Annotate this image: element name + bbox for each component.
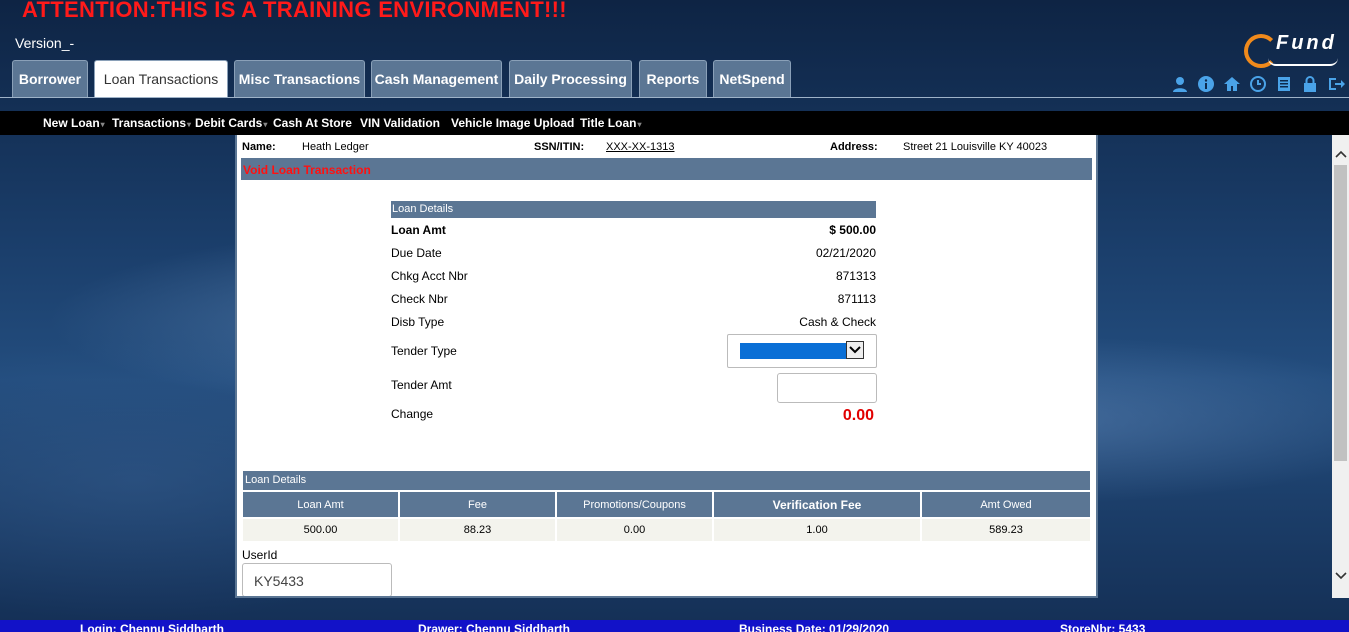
- change-label: Change: [391, 407, 434, 421]
- menu-label: New Loan: [43, 116, 100, 130]
- summary-col-loan-amt: Loan Amt: [243, 492, 398, 517]
- void-loan-panel: Name: Heath Ledger SSN/ITIN: XXX-XX-1313…: [235, 135, 1098, 598]
- menu-debit-cards[interactable]: Debit Cards▾: [195, 116, 267, 130]
- detail-row-disb-type: Disb Type Cash & Check: [391, 315, 876, 331]
- detail-row-loan-amt: Loan Amt $ 500.00: [391, 223, 876, 239]
- summary-cell-verification-fee: 1.00: [714, 519, 920, 541]
- tab-netspend[interactable]: NetSpend: [713, 60, 791, 97]
- menu-label: Debit Cards: [195, 116, 263, 130]
- version-label: Version_-: [15, 35, 75, 51]
- menu-vin-validation[interactable]: VIN Validation: [360, 116, 440, 130]
- name-label: Name:: [242, 141, 276, 153]
- clock-icon[interactable]: [1248, 74, 1268, 94]
- detail-value: $ 500.00: [829, 223, 876, 237]
- caret-down-icon: ▾: [263, 120, 268, 129]
- change-row: Change: [391, 407, 876, 423]
- detail-label: Loan Amt: [391, 223, 446, 237]
- menu-label: Vehicle Image Upload: [451, 116, 575, 130]
- caret-down-icon: ▾: [637, 120, 642, 129]
- summary-col-promotions: Promotions/Coupons: [557, 492, 712, 517]
- menu-label: Transactions: [112, 116, 187, 130]
- summary-col-amt-owed: Amt Owed: [922, 492, 1090, 517]
- qfund-logo: Fund: [1242, 30, 1342, 72]
- logout-icon[interactable]: [1326, 74, 1346, 94]
- summary-col-fee: Fee: [400, 492, 555, 517]
- menu-vehicle-image-upload[interactable]: Vehicle Image Upload: [451, 116, 574, 130]
- detail-row-due-date: Due Date 02/21/2020: [391, 246, 876, 262]
- tab-divider: [0, 97, 1349, 98]
- menu-cash-at-store[interactable]: Cash At Store: [273, 116, 352, 130]
- address-value: Street 21 Louisville KY 40023: [903, 141, 1048, 153]
- logo-swoosh: [1268, 58, 1338, 66]
- tender-amt-label: Tender Amt: [391, 378, 452, 392]
- top-icon-bar: [1170, 74, 1346, 94]
- page-title: Void Loan Transaction: [243, 163, 371, 177]
- sub-menu-bar: New Loan▾ Transactions▾ Debit Cards▾ Cas…: [0, 111, 1349, 135]
- menu-label: Cash At Store: [273, 116, 352, 130]
- caret-down-icon: ▾: [100, 120, 105, 129]
- summary-cell-amt-owed: 589.23: [922, 519, 1090, 541]
- tab-daily-processing[interactable]: Daily Processing: [509, 60, 632, 97]
- menu-label: VIN Validation: [360, 116, 441, 130]
- footer-drawer: Drawer: Chennu Siddharth: [418, 622, 571, 632]
- detail-value: 871113: [837, 292, 876, 306]
- scrollbar-thumb[interactable]: [1334, 165, 1347, 461]
- detail-row-chkg-acct: Chkg Acct Nbr 871313: [391, 269, 876, 285]
- footer-store: StoreNbr: 5433: [1060, 622, 1146, 632]
- summary-cell-fee: 88.23: [400, 519, 555, 541]
- user-icon[interactable]: [1170, 74, 1190, 94]
- chevron-down-icon[interactable]: [846, 341, 864, 359]
- tender-type-select[interactable]: [727, 334, 877, 368]
- info-icon[interactable]: [1196, 74, 1216, 94]
- userid-label: UserId: [242, 548, 278, 562]
- detail-label: Disb Type: [391, 315, 445, 329]
- menu-title-loan[interactable]: Title Loan▾: [580, 116, 641, 130]
- ssn-label: SSN/ITIN:: [534, 141, 585, 153]
- detail-value: 871313: [835, 269, 876, 283]
- detail-value: Cash & Check: [799, 315, 876, 329]
- tab-cash-management[interactable]: Cash Management: [371, 60, 502, 97]
- detail-value: 02/21/2020: [815, 246, 876, 260]
- loan-details-heading: Loan Details: [391, 201, 876, 218]
- detail-label: Check Nbr: [391, 292, 448, 306]
- detail-label: Chkg Acct Nbr: [391, 269, 468, 283]
- caret-down-icon: ▾: [187, 120, 192, 129]
- change-value: 0.00: [842, 407, 874, 424]
- menu-new-loan[interactable]: New Loan▾: [43, 116, 105, 130]
- status-footer: Login: Chennu Siddharth Drawer: Chennu S…: [0, 620, 1349, 632]
- chevron-down-icon[interactable]: [1334, 569, 1347, 583]
- footer-business-date: Business Date: 01/29/2020: [739, 622, 890, 632]
- logo-text: Fund: [1276, 32, 1337, 54]
- tab-borrower[interactable]: Borrower: [12, 60, 88, 97]
- document-icon[interactable]: [1274, 74, 1294, 94]
- tab-reports[interactable]: Reports: [639, 60, 707, 97]
- lock-icon[interactable]: [1300, 74, 1320, 94]
- tender-type-selected: [740, 343, 846, 359]
- customer-name: Heath Ledger: [302, 141, 369, 153]
- tab-loan-transactions[interactable]: Loan Transactions: [94, 60, 228, 97]
- tender-type-label: Tender Type: [391, 344, 457, 358]
- ssn-value[interactable]: XXX-XX-1313: [606, 141, 674, 153]
- detail-label: Due Date: [391, 246, 442, 260]
- summary-heading: Loan Details: [243, 471, 1090, 490]
- summary-col-verification-fee: Verification Fee: [714, 492, 920, 517]
- menu-label: Title Loan: [580, 116, 637, 130]
- chevron-up-icon[interactable]: [1334, 147, 1347, 161]
- userid-input[interactable]: KY5433: [242, 563, 392, 596]
- summary-cell-loan-amt: 500.00: [243, 519, 398, 541]
- address-label: Address:: [830, 141, 878, 153]
- summary-cell-promotions: 0.00: [557, 519, 712, 541]
- tender-amt-input[interactable]: [777, 373, 877, 403]
- menu-transactions[interactable]: Transactions▾: [112, 116, 191, 130]
- footer-login: Login: Chennu Siddharth: [80, 622, 224, 632]
- title-bar: Void Loan Transaction: [241, 158, 1092, 180]
- home-icon[interactable]: [1222, 74, 1242, 94]
- detail-row-check-nbr: Check Nbr 871113: [391, 292, 876, 308]
- training-banner: ATTENTION:THIS IS A TRAINING ENVIRONMENT…: [22, 0, 567, 22]
- tab-misc-transactions[interactable]: Misc Transactions: [234, 60, 365, 97]
